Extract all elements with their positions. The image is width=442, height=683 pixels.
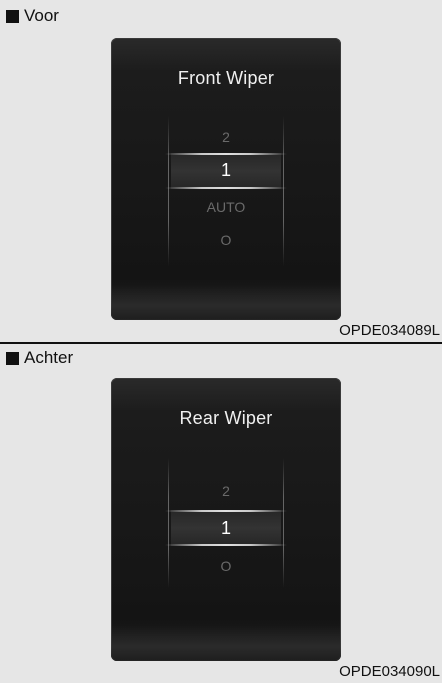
section-label-rear: Achter xyxy=(24,348,74,367)
option-off[interactable]: O xyxy=(111,558,341,574)
panel-title-front: Front Wiper xyxy=(177,68,275,88)
option-2[interactable]: 2 xyxy=(111,129,341,145)
figure-code-front: OPDE034089L xyxy=(339,322,440,339)
rear-wiper-panel: Rear Wiper 2 1 O xyxy=(111,378,341,661)
front-wiper-panel: Front Wiper 2 1 AUTO O xyxy=(111,38,341,320)
section-header-rear: Achter xyxy=(6,348,73,368)
rear-wiper-section: Achter Rear Wiper 2 1 O OPDE034090L xyxy=(0,342,442,683)
figure-code-rear: OPDE034090L xyxy=(339,663,440,680)
panel-title-rear: Rear Wiper xyxy=(179,408,273,428)
option-off[interactable]: O xyxy=(111,232,341,248)
option-1-selected[interactable]: 1 xyxy=(111,518,341,539)
option-2[interactable]: 2 xyxy=(111,483,341,499)
section-divider xyxy=(0,342,442,344)
section-header-front: Voor xyxy=(6,6,59,26)
section-label-front: Voor xyxy=(24,6,59,25)
option-auto[interactable]: AUTO xyxy=(111,199,341,215)
front-wiper-section: Voor Front Wiper 2 1 AUTO O OPDE034089L xyxy=(0,0,442,342)
option-1-selected[interactable]: 1 xyxy=(111,160,341,181)
square-bullet-icon xyxy=(6,9,19,23)
square-bullet-icon xyxy=(6,351,19,365)
